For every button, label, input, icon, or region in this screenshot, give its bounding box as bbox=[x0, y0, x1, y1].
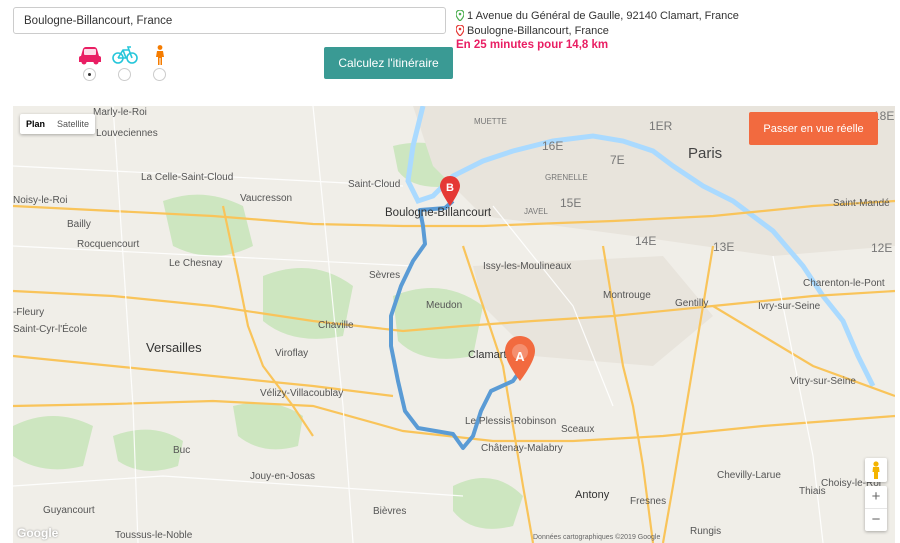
label-fleury: -Fleury bbox=[13, 307, 44, 318]
label-velizy: Vélizy-Villacoublay bbox=[260, 388, 343, 399]
label-arr14: 14E bbox=[635, 234, 656, 248]
calculate-route-button[interactable]: Calculez l'itinéraire bbox=[324, 47, 453, 79]
marker-a-label: A bbox=[515, 349, 525, 364]
label-vitry: Vitry-sur-Seine bbox=[790, 376, 856, 387]
label-louveciennes: Louveciennes bbox=[96, 128, 158, 139]
label-marly: Marly-le-Roi bbox=[93, 107, 147, 118]
label-viroflay: Viroflay bbox=[275, 348, 308, 359]
label-vaucresson: Vaucresson bbox=[240, 193, 292, 204]
label-ivry: Ivry-sur-Seine bbox=[758, 301, 821, 312]
real-view-button[interactable]: Passer en vue réelle bbox=[749, 112, 878, 145]
label-chevilly: Chevilly-Larue bbox=[717, 470, 781, 481]
label-guyancourt: Guyancourt bbox=[43, 505, 95, 516]
label-jouy: Jouy-en-Josas bbox=[250, 471, 315, 482]
label-toussus: Toussus-le-Noble bbox=[115, 530, 193, 541]
label-rungis: Rungis bbox=[690, 526, 721, 537]
google-logo: Google bbox=[17, 526, 59, 540]
label-arr16: 16E bbox=[542, 139, 563, 153]
route-destination: Boulogne-Billancourt, France bbox=[456, 23, 756, 38]
label-stcyr: Saint-Cyr-l'École bbox=[13, 322, 88, 335]
label-clamart: Clamart bbox=[468, 349, 507, 361]
label-arr12: 12E bbox=[871, 241, 892, 255]
label-boulogne: Boulogne-Billancourt bbox=[385, 207, 492, 219]
label-thiais: Thiais bbox=[799, 486, 826, 497]
label-noisy: Noisy-le-Roi bbox=[13, 195, 67, 206]
label-javel: JAVEL bbox=[524, 207, 548, 216]
destination-pin-icon bbox=[456, 25, 464, 36]
label-meudon: Meudon bbox=[426, 300, 462, 311]
marker-b-label: B bbox=[446, 182, 454, 194]
label-issy: Issy-les-Moulineaux bbox=[483, 261, 571, 272]
label-plessis: Le Plessis-Robinson bbox=[465, 416, 556, 427]
mode-car-radio[interactable] bbox=[83, 68, 96, 81]
label-bievres: Bièvres bbox=[373, 506, 406, 517]
route-origin-text: 1 Avenue du Général de Gaulle, 92140 Cla… bbox=[467, 9, 739, 22]
mode-walk[interactable] bbox=[142, 45, 177, 81]
label-rocquencourt: Rocquencourt bbox=[77, 239, 139, 250]
label-charenton: Charenton-le-Pont bbox=[803, 278, 885, 289]
label-fresnes: Fresnes bbox=[630, 496, 666, 507]
map-canvas[interactable]: Paris Versailles Boulogne-Billancourt Cl… bbox=[13, 106, 895, 543]
route-destination-text: Boulogne-Billancourt, France bbox=[467, 24, 609, 37]
label-chesnay: Le Chesnay bbox=[169, 258, 222, 269]
marker-b[interactable]: B bbox=[440, 176, 460, 206]
zoom-control: + − bbox=[865, 486, 887, 531]
label-versailles: Versailles bbox=[146, 340, 202, 355]
street-view-pegman[interactable] bbox=[865, 458, 887, 482]
label-celle: La Celle-Saint-Cloud bbox=[141, 172, 233, 183]
marker-a[interactable]: A bbox=[505, 336, 535, 381]
route-summary: En 25 minutes pour 14,8 km bbox=[456, 39, 609, 51]
label-paris: Paris bbox=[688, 145, 722, 162]
mode-bicycle-radio[interactable] bbox=[118, 68, 131, 81]
map-attribution: Données cartographiques ©2019 Google bbox=[533, 534, 661, 541]
map-type-control: Plan Satellite bbox=[20, 114, 96, 134]
label-stmande: Saint-Mandé bbox=[833, 198, 890, 209]
label-montrouge: Montrouge bbox=[603, 290, 651, 301]
transport-modes bbox=[72, 45, 177, 81]
label-antony: Antony bbox=[575, 489, 610, 501]
route-info: 1 Avenue du Général de Gaulle, 92140 Cla… bbox=[456, 8, 756, 51]
label-sceaux: Sceaux bbox=[561, 424, 594, 435]
label-chatenay: Châtenay-Malabry bbox=[481, 443, 563, 454]
label-grenelle: GRENELLE bbox=[545, 173, 588, 182]
map-type-plan[interactable]: Plan bbox=[20, 114, 51, 134]
bicycle-icon bbox=[111, 46, 138, 64]
label-arr13: 13E bbox=[713, 240, 734, 254]
mode-walk-radio[interactable] bbox=[153, 68, 166, 81]
label-bailly: Bailly bbox=[67, 219, 91, 230]
mode-bicycle[interactable] bbox=[107, 45, 142, 81]
zoom-out-button[interactable]: − bbox=[865, 509, 887, 531]
pedestrian-icon bbox=[155, 45, 164, 65]
map-type-satellite[interactable]: Satellite bbox=[51, 114, 95, 134]
map[interactable]: Paris Versailles Boulogne-Billancourt Cl… bbox=[13, 106, 895, 543]
label-muette: MUETTE bbox=[474, 117, 507, 126]
label-chaville: Chaville bbox=[318, 320, 354, 331]
label-arr7: 7E bbox=[610, 153, 625, 167]
mode-car[interactable] bbox=[72, 45, 107, 81]
origin-pin-icon bbox=[456, 10, 464, 21]
label-stcloud: Saint-Cloud bbox=[348, 179, 400, 190]
zoom-in-button[interactable]: + bbox=[865, 486, 887, 508]
label-arr15: 15E bbox=[560, 196, 581, 210]
car-icon bbox=[78, 47, 101, 65]
pegman-icon bbox=[872, 461, 880, 479]
address-search-input[interactable] bbox=[13, 7, 446, 34]
label-sevres: Sèvres bbox=[369, 270, 400, 281]
label-buc: Buc bbox=[173, 445, 190, 456]
route-origin: 1 Avenue du Général de Gaulle, 92140 Cla… bbox=[456, 8, 756, 23]
label-gentilly: Gentilly bbox=[675, 298, 708, 309]
label-arr1: 1ER bbox=[649, 119, 673, 133]
